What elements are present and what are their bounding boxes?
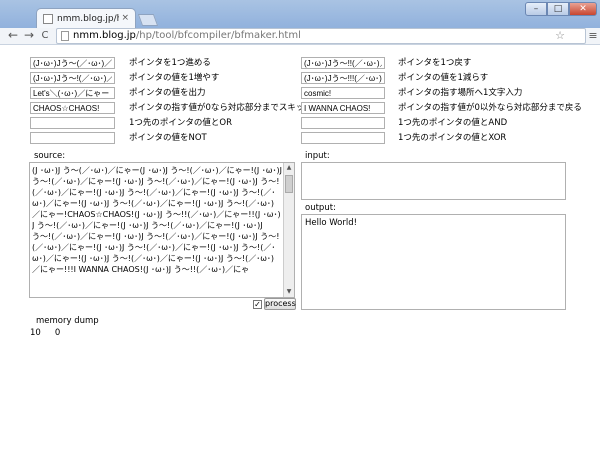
input-textarea[interactable] bbox=[301, 162, 566, 200]
cmd-forward-label: ポインタを1つ進める bbox=[129, 58, 211, 68]
cmd-loop-start-label: ポインタの指す値が0なら対応部分までスキップ bbox=[129, 103, 313, 113]
scroll-up-icon[interactable]: ▲ bbox=[284, 163, 294, 173]
source-scrollbar[interactable]: ▲ ▼ bbox=[283, 163, 294, 297]
process-button[interactable]: process bbox=[264, 298, 296, 310]
cmd-xor-input[interactable] bbox=[301, 132, 385, 144]
cmd-loop-end-input[interactable] bbox=[301, 102, 385, 114]
cmd-loop-start-input[interactable] bbox=[30, 102, 115, 114]
cmd-output-label: ポインタの値を出力 bbox=[129, 88, 206, 98]
scroll-down-icon[interactable]: ▼ bbox=[284, 287, 294, 297]
title-bar: nmm.blog.jp/hp/tc × – □ ✕ bbox=[0, 0, 600, 30]
output-textarea[interactable]: Hello World! bbox=[301, 214, 566, 310]
tab-close-icon[interactable]: × bbox=[121, 13, 129, 23]
scroll-thumb[interactable] bbox=[285, 175, 293, 193]
reload-icon[interactable]: C bbox=[38, 28, 52, 44]
cmd-and-label: 1つ先のポインタの値とAND bbox=[398, 118, 508, 128]
back-arrow-icon[interactable]: ← bbox=[6, 28, 20, 44]
page-icon bbox=[43, 14, 53, 24]
cmd-output-input[interactable] bbox=[30, 87, 115, 99]
address-bar[interactable]: nmm.blog.jp/hp/tool/bfcompiler/bfmaker.h… bbox=[56, 28, 586, 44]
menu-icon[interactable]: ≡ bbox=[586, 28, 600, 44]
output-text: Hello World! bbox=[305, 218, 358, 228]
close-window-button[interactable]: ✕ bbox=[569, 2, 597, 16]
memory-dump-values: 10 0 bbox=[30, 328, 74, 338]
source-text: (J ･ω･)J う〜(／･ω･)／にゃー(J ･ω･)J う〜!(／･ω･)／… bbox=[32, 166, 282, 274]
cmd-increment-input[interactable] bbox=[30, 72, 115, 84]
forward-arrow-icon[interactable]: → bbox=[22, 28, 36, 44]
cmd-decrement-label: ポインタの値を1減らす bbox=[398, 73, 489, 83]
browser-tab[interactable]: nmm.blog.jp/hp/tc × bbox=[36, 8, 136, 30]
cmd-input-label: ポインタの指す場所へ1文字入力 bbox=[398, 88, 523, 98]
source-textarea[interactable]: (J ･ω･)J う〜(／･ω･)／にゃー(J ･ω･)J う〜!(／･ω･)／… bbox=[29, 162, 295, 298]
cmd-not-label: ポインタの値をNOT bbox=[129, 133, 207, 143]
memory-cell: 0 bbox=[54, 328, 61, 338]
page-icon bbox=[61, 31, 69, 41]
cmd-input-input[interactable] bbox=[301, 87, 385, 99]
url-host: nmm.blog.jp bbox=[73, 30, 136, 41]
input-label: input: bbox=[305, 151, 330, 161]
cmd-back-input[interactable] bbox=[301, 57, 385, 69]
new-tab-button[interactable] bbox=[137, 14, 159, 26]
cmd-loop-end-label: ポインタの指す値が0以外なら対応部分まで戻る bbox=[398, 103, 582, 113]
cmd-increment-label: ポインタの値を1増やす bbox=[129, 73, 220, 83]
cmd-or-input[interactable] bbox=[30, 117, 115, 129]
minimize-button[interactable]: – bbox=[525, 2, 547, 16]
cmd-forward-input[interactable] bbox=[30, 57, 115, 69]
cmd-or-label: 1つ先のポインタの値とOR bbox=[129, 118, 233, 128]
url-text: nmm.blog.jp/hp/tool/bfcompiler/bfmaker.h… bbox=[73, 30, 301, 41]
browser-toolbar: ← → C nmm.blog.jp/hp/tool/bfcompiler/bfm… bbox=[0, 28, 600, 45]
memory-cell: 10 bbox=[30, 328, 41, 338]
url-path: /hp/tool/bfcompiler/bfmaker.html bbox=[135, 30, 301, 41]
tab-title: nmm.blog.jp/hp/tc bbox=[57, 14, 119, 24]
maximize-button[interactable]: □ bbox=[547, 2, 569, 16]
cmd-decrement-input[interactable] bbox=[301, 72, 385, 84]
cmd-back-label: ポインタを1つ戻す bbox=[398, 58, 472, 68]
output-label: output: bbox=[305, 203, 336, 213]
cmd-xor-label: 1つ先のポインタの値とXOR bbox=[398, 133, 507, 143]
cmd-not-input[interactable] bbox=[30, 132, 115, 144]
process-checkbox[interactable]: ✓ bbox=[253, 300, 262, 309]
bookmark-star-icon[interactable]: ☆ bbox=[555, 29, 565, 42]
source-label: source: bbox=[34, 151, 66, 161]
cmd-and-input[interactable] bbox=[301, 117, 385, 129]
memory-dump-label: memory dump bbox=[36, 316, 99, 326]
